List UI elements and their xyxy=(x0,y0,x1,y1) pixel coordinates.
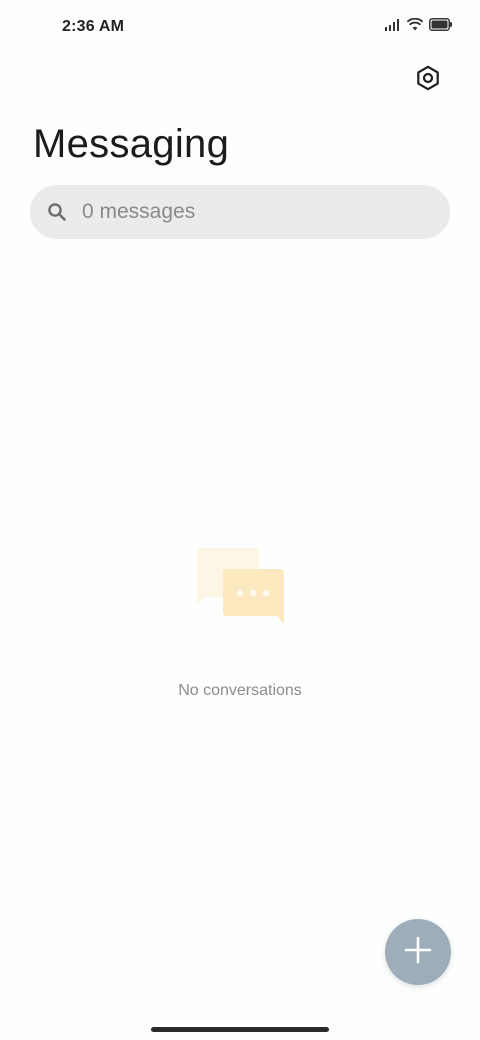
empty-state-message: No conversations xyxy=(178,682,302,699)
settings-button[interactable] xyxy=(408,60,448,100)
search-icon xyxy=(46,201,68,223)
signal-icon xyxy=(385,18,401,36)
plus-icon xyxy=(404,936,432,969)
page-title: Messaging xyxy=(33,122,230,166)
battery-icon xyxy=(429,18,452,36)
status-time: 2:36 AM xyxy=(62,18,125,35)
wifi-icon xyxy=(406,17,424,36)
home-indicator[interactable] xyxy=(151,1027,329,1032)
settings-icon xyxy=(415,65,441,96)
status-bar: 2:36 AM xyxy=(0,0,480,56)
search-bar[interactable]: 0 messages xyxy=(30,185,450,239)
chat-bubbles-icon xyxy=(195,545,287,627)
search-input[interactable]: 0 messages xyxy=(82,200,195,224)
status-icons xyxy=(385,17,452,36)
new-conversation-button[interactable] xyxy=(385,919,451,985)
